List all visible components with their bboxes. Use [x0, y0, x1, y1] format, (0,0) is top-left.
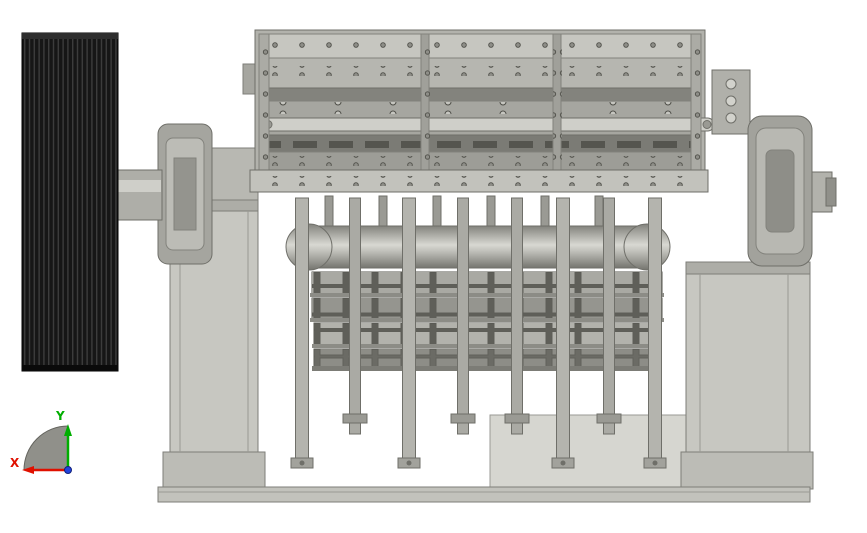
shaft-end-cap — [825, 177, 837, 207]
plate-hole — [299, 460, 305, 466]
left-bearing[interactable] — [157, 123, 213, 265]
cad-canvas[interactable]: X Y — [0, 0, 867, 533]
shaft-highlight — [113, 180, 161, 192]
right-pedestal[interactable] — [680, 261, 814, 490]
bolt-row — [270, 156, 690, 166]
bolt-row-large — [270, 102, 690, 114]
hammer-plate — [457, 197, 469, 435]
drive-shaft — [111, 169, 163, 221]
base-plate-body — [157, 486, 811, 503]
pulley-bottom-edge — [22, 365, 118, 371]
bolt-row — [258, 176, 702, 186]
plate-hole — [652, 460, 658, 466]
casing-slot-band — [258, 87, 702, 102]
hammer-plate — [402, 197, 416, 469]
plate-hole — [406, 460, 412, 466]
tie-rod — [261, 117, 715, 132]
triad-fan — [23, 425, 69, 471]
upper-casing[interactable] — [254, 29, 715, 179]
bearing-core — [765, 149, 795, 233]
hammer-plate — [295, 197, 309, 469]
discharge-flange — [249, 169, 709, 193]
hammer-plate — [603, 197, 615, 435]
side-plate — [711, 69, 751, 135]
plate-stub — [342, 413, 368, 424]
bolt-column — [553, 36, 562, 176]
machine-model[interactable] — [21, 29, 837, 503]
plate-hole — [725, 78, 737, 90]
hammer-plate — [349, 197, 361, 435]
bolt-column — [259, 36, 269, 176]
slot-row — [262, 135, 698, 152]
axis-y-label: Y — [55, 409, 65, 423]
axis-x-label: X — [10, 456, 20, 470]
base-plate — [157, 486, 811, 503]
plate-hole — [560, 460, 566, 466]
right-bearing[interactable] — [747, 115, 837, 267]
drive-shaft-body — [111, 169, 163, 221]
plate-hole — [725, 95, 737, 107]
tie-rod-end — [702, 120, 712, 129]
pulley-top-edge — [22, 33, 118, 39]
orientation-triad[interactable]: X Y — [10, 409, 72, 474]
plate-hole — [725, 112, 737, 124]
left-pedestal-foot — [162, 451, 266, 490]
bolt-row — [270, 40, 690, 50]
right-pedestal-foot — [680, 451, 814, 490]
axis-z-dot[interactable] — [64, 466, 72, 474]
bolt-column — [691, 36, 701, 176]
belt-pulley[interactable] — [21, 32, 119, 372]
plate-stub — [504, 413, 530, 424]
hammer-plate — [511, 197, 523, 435]
bolt-row — [270, 66, 690, 76]
bearing-core — [173, 157, 197, 231]
plate-stub — [450, 413, 476, 424]
plate-stub — [596, 413, 622, 424]
hammer-plate — [648, 197, 662, 469]
bolt-column — [421, 36, 430, 176]
rotor-hub-right — [623, 223, 671, 271]
pulley-fins — [22, 33, 118, 371]
cad-viewport[interactable]: X Y — [0, 0, 867, 533]
hammer-plate — [556, 197, 570, 469]
